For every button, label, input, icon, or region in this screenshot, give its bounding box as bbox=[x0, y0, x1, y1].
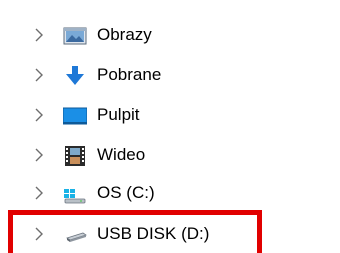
tree-item-label: Obrazy bbox=[97, 25, 152, 44]
desktop-folder-icon bbox=[63, 106, 87, 126]
chevron-right-icon[interactable] bbox=[34, 108, 44, 122]
tree-item-label: OS (C:) bbox=[97, 183, 155, 202]
tree-item-usb-disk-d[interactable]: USB DISK (D:) bbox=[0, 215, 340, 253]
tree-item-wideo[interactable]: Wideo bbox=[0, 136, 340, 176]
chevron-right-icon[interactable] bbox=[34, 148, 44, 162]
tree-item-label: Wideo bbox=[97, 145, 146, 164]
chevron-right-icon[interactable] bbox=[34, 28, 44, 42]
tree-item-label: USB DISK (D:) bbox=[97, 224, 210, 243]
tree-item-os-c[interactable]: OS (C:) bbox=[0, 174, 340, 214]
tree-item-obrazy[interactable]: Obrazy bbox=[0, 16, 340, 56]
video-filmstrip-icon bbox=[63, 146, 87, 166]
navigation-tree: Obrazy Pobrane Pulpit Wideo OS (C:) USB … bbox=[0, 0, 340, 253]
windows-drive-icon bbox=[63, 184, 87, 204]
tree-item-pulpit[interactable]: Pulpit bbox=[0, 96, 340, 136]
tree-item-label: Pulpit bbox=[97, 105, 140, 124]
pictures-folder-icon bbox=[63, 26, 87, 46]
usb-drive-icon bbox=[63, 225, 87, 245]
download-arrow-icon bbox=[63, 66, 87, 86]
chevron-right-icon[interactable] bbox=[34, 68, 44, 82]
tree-item-pobrane[interactable]: Pobrane bbox=[0, 56, 340, 96]
tree-item-label: Pobrane bbox=[97, 65, 162, 84]
chevron-right-icon[interactable] bbox=[34, 186, 44, 200]
chevron-right-icon[interactable] bbox=[34, 227, 44, 241]
